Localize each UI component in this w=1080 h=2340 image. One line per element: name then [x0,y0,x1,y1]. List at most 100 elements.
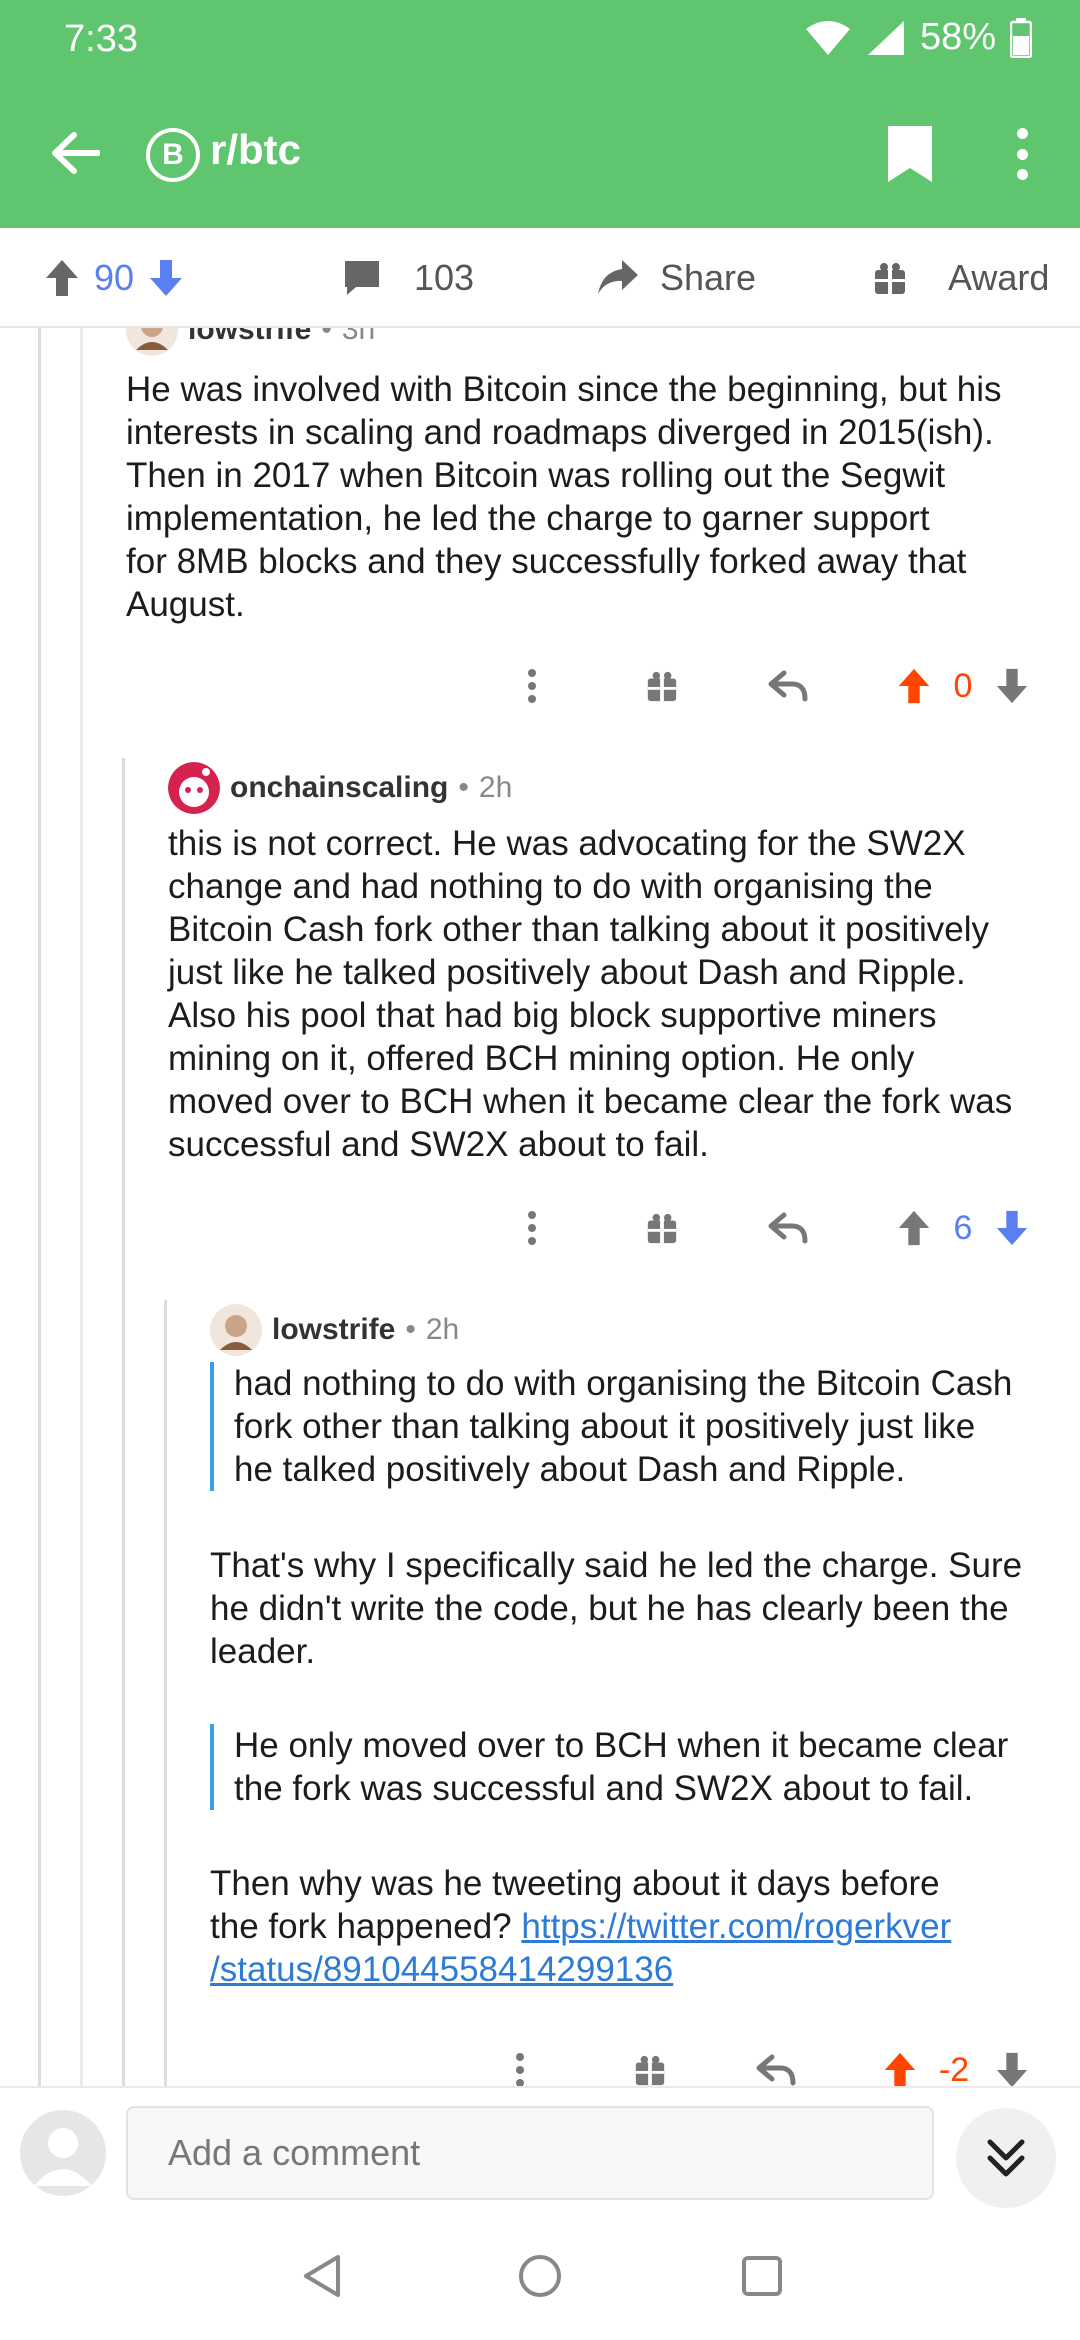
app-bar: B r/btc [0,80,1080,228]
comment-more-button[interactable] [512,656,552,716]
save-button[interactable] [884,124,936,184]
subreddit-name[interactable]: r/btc [210,126,301,174]
comment-thread[interactable]: lowstrife • 3h He was involved with Bitc… [0,328,1080,2086]
comment-score: 6 [953,1208,973,1247]
comment-text-line: He was involved with Bitcoin since the b… [126,370,1002,409]
avatar[interactable] [168,762,220,814]
comment-text-line: interests in scaling and roadmaps diverg… [126,413,994,452]
gift-icon [635,2055,665,2086]
comment-paragraph: That's why I specifically said he led th… [210,1544,1022,1673]
comments-button[interactable]: 103 [342,252,474,304]
comment-more-button[interactable] [500,2040,540,2086]
comment-downvote-button[interactable] [990,1198,1034,1258]
bookmark-icon [888,126,932,182]
more-vertical-icon [528,669,536,703]
wifi-icon [805,20,850,55]
comment-text-line: /status/891044558414299136 [210,1948,951,1991]
comment-separator: • [321,328,332,346]
quote-line: the fork was successful and SW2X about t… [234,1769,974,1808]
quote-line: he talked positively about Dash and Ripp… [234,1450,906,1489]
avatar[interactable] [20,2110,106,2196]
comment-text-line: Also his pool that had big block support… [168,996,937,1035]
blockquote: had nothing to do with organising the Bi… [210,1362,1012,1491]
comment-composer-bar: Add a comment [0,2086,1080,2216]
overflow-menu-button[interactable] [1000,120,1044,188]
comment-header: onchainscaling • 2h [168,762,512,814]
comment-separator: • [405,1313,416,1346]
comment-upvote-button[interactable] [892,656,936,716]
collapse-threads-button[interactable] [956,2108,1056,2208]
comment-upvote-button[interactable] [878,2040,922,2086]
avatar[interactable] [126,328,178,356]
downvote-icon [996,2052,1028,2086]
more-vertical-icon [528,1211,536,1245]
comment-text-line: implementation, he led the charge to gar… [126,499,930,538]
add-comment-input[interactable]: Add a comment [126,2106,934,2200]
downvote-icon[interactable] [148,258,184,298]
comment-body: this is not correct. He was advocating f… [168,822,1012,1166]
nav-home-button[interactable] [510,2246,570,2306]
comment-author[interactable]: lowstrife [188,328,311,347]
gift-icon [647,671,677,702]
comment-text-line: That's why I specifically said he led th… [210,1546,1023,1585]
gift-icon [647,1213,677,1244]
comment-reply-button[interactable] [764,656,812,716]
status-time: 7:33 [64,18,138,60]
more-vertical-icon [516,2053,524,2086]
dot-icon [1016,169,1028,180]
tweet-link-continued[interactable]: /status/891044558414299136 [210,1950,673,1989]
comment-reply-button[interactable] [764,1198,812,1258]
comment-text-line: Then why was he tweeting about it days b… [210,1864,940,1903]
subreddit-icon[interactable]: B [146,128,200,182]
comment-award-button[interactable] [626,2040,674,2086]
thread-line [122,758,125,2086]
nav-recents-button[interactable] [732,2246,792,2306]
comment-text-line: Bitcoin Cash fork other than talking abo… [168,910,989,949]
comment-author[interactable]: lowstrife [272,1313,395,1347]
bitcoin-icon: B [162,138,184,171]
dot-icon [1016,128,1028,139]
share-button[interactable]: Share [596,252,756,304]
comment-downvote-button[interactable] [990,2040,1034,2086]
comment-text-line: this is not correct. He was advocating f… [168,824,966,863]
comment-time: 2h [425,1313,460,1346]
upvote-icon [898,1210,930,1246]
comment-more-button[interactable] [512,1198,552,1258]
share-icon [598,260,638,294]
comment-separator: • [458,771,469,804]
dot-icon [1016,148,1028,160]
downvote-icon [996,668,1028,704]
comment-icon [345,261,379,295]
comment-text-line: successful and SW2X about to fail. [168,1125,709,1164]
blockquote: He only moved over to BCH when it became… [210,1724,1008,1810]
downvote-icon [996,1210,1028,1246]
status-bar: 7:33 58% [0,0,1080,80]
comment-reply-button[interactable] [752,2040,800,2086]
arrow-left-icon [52,132,100,174]
comment-count: 103 [414,257,475,298]
thread-line [80,328,83,2086]
award-button[interactable]: Award [872,252,1049,304]
back-button[interactable] [40,118,110,188]
double-chevron-down-icon [987,2139,1025,2177]
nav-back-button[interactable] [292,2246,352,2306]
comment-text-line: he didn't write the code, but he has cle… [210,1589,1009,1628]
upvote-icon[interactable] [44,258,80,298]
comment-downvote-button[interactable] [990,656,1034,716]
comment-award-button[interactable] [638,656,686,716]
vote-group: 90 [44,252,184,304]
user-placeholder-icon [34,2128,92,2186]
comment-text-line: just like he talked positively about Das… [168,953,966,992]
comment-time: 3h [341,328,376,346]
comment-text-line: mining on it, offered BCH mining option.… [168,1039,915,1078]
comment-text-line: change and had nothing to do with organi… [168,867,933,906]
avatar[interactable] [210,1304,262,1356]
comment-author[interactable]: onchainscaling [230,771,448,805]
share-label: Share [660,257,757,298]
comment-award-button[interactable] [638,1198,686,1258]
comment-upvote-button[interactable] [892,1198,936,1258]
tweet-link[interactable]: https://twitter.com/rogerkver [521,1907,951,1946]
comment-text-line: moved over to BCH when it became clear t… [168,1082,1013,1121]
award-label: Award [948,257,1050,298]
battery-icon [1010,17,1032,58]
